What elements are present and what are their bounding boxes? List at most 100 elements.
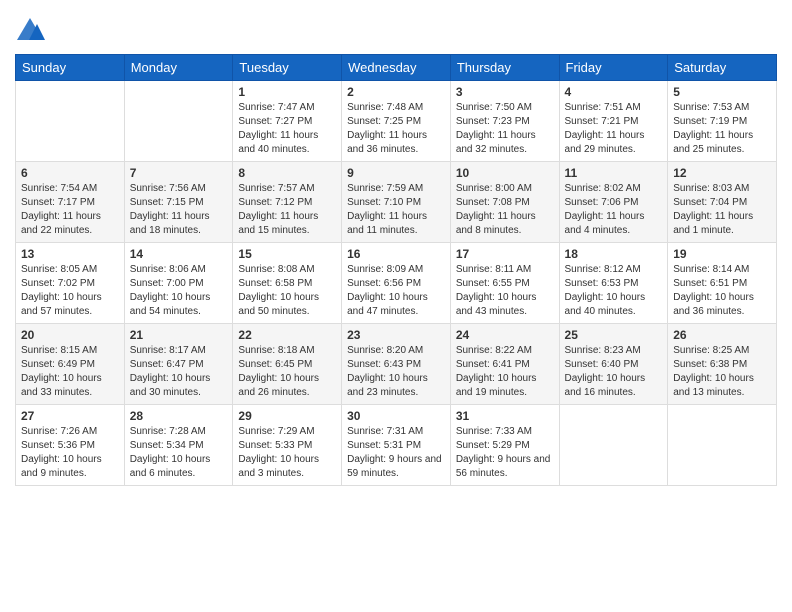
day-number: 2 bbox=[347, 85, 445, 99]
day-number: 22 bbox=[238, 328, 336, 342]
day-info: Sunrise: 8:00 AM Sunset: 7:08 PM Dayligh… bbox=[456, 182, 554, 238]
day-info: Sunrise: 8:05 AM Sunset: 7:02 PM Dayligh… bbox=[21, 263, 119, 319]
day-number: 18 bbox=[565, 247, 663, 261]
day-number: 1 bbox=[238, 85, 336, 99]
day-info: Sunrise: 7:53 AM Sunset: 7:19 PM Dayligh… bbox=[673, 101, 771, 157]
day-number: 27 bbox=[21, 409, 119, 423]
day-number: 12 bbox=[673, 166, 771, 180]
day-info: Sunrise: 8:20 AM Sunset: 6:43 PM Dayligh… bbox=[347, 344, 445, 400]
calendar-cell bbox=[16, 81, 125, 162]
day-number: 30 bbox=[347, 409, 445, 423]
day-number: 23 bbox=[347, 328, 445, 342]
day-info: Sunrise: 8:09 AM Sunset: 6:56 PM Dayligh… bbox=[347, 263, 445, 319]
day-info: Sunrise: 7:50 AM Sunset: 7:23 PM Dayligh… bbox=[456, 101, 554, 157]
calendar-cell: 1 Sunrise: 7:47 AM Sunset: 7:27 PM Daylig… bbox=[233, 81, 342, 162]
logo bbox=[15, 16, 49, 46]
day-number: 15 bbox=[238, 247, 336, 261]
day-info: Sunrise: 7:51 AM Sunset: 7:21 PM Dayligh… bbox=[565, 101, 663, 157]
day-info: Sunrise: 7:29 AM Sunset: 5:33 PM Dayligh… bbox=[238, 425, 336, 481]
calendar-cell: 29 Sunrise: 7:29 AM Sunset: 5:33 PM Dayli… bbox=[233, 405, 342, 486]
calendar-cell: 28 Sunrise: 7:28 AM Sunset: 5:34 PM Dayli… bbox=[124, 405, 233, 486]
calendar-cell: 20 Sunrise: 8:15 AM Sunset: 6:49 PM Dayli… bbox=[16, 324, 125, 405]
calendar-week-row: 20 Sunrise: 8:15 AM Sunset: 6:49 PM Dayli… bbox=[16, 324, 777, 405]
day-info: Sunrise: 7:47 AM Sunset: 7:27 PM Dayligh… bbox=[238, 101, 336, 157]
calendar-cell bbox=[124, 81, 233, 162]
calendar-cell: 24 Sunrise: 8:22 AM Sunset: 6:41 PM Dayli… bbox=[450, 324, 559, 405]
day-info: Sunrise: 8:15 AM Sunset: 6:49 PM Dayligh… bbox=[21, 344, 119, 400]
day-info: Sunrise: 7:28 AM Sunset: 5:34 PM Dayligh… bbox=[130, 425, 228, 481]
calendar-cell: 31Sunrise: 7:33 AM Sunset: 5:29 PM Dayli… bbox=[450, 405, 559, 486]
day-number: 16 bbox=[347, 247, 445, 261]
calendar-week-row: 27 Sunrise: 7:26 AM Sunset: 5:36 PM Dayli… bbox=[16, 405, 777, 486]
day-of-week-header: Wednesday bbox=[342, 55, 451, 81]
day-info: Sunrise: 8:08 AM Sunset: 6:58 PM Dayligh… bbox=[238, 263, 336, 319]
day-info: Sunrise: 7:57 AM Sunset: 7:12 PM Dayligh… bbox=[238, 182, 336, 238]
calendar-cell: 2 Sunrise: 7:48 AM Sunset: 7:25 PM Daylig… bbox=[342, 81, 451, 162]
day-info: Sunrise: 7:26 AM Sunset: 5:36 PM Dayligh… bbox=[21, 425, 119, 481]
calendar-cell: 15 Sunrise: 8:08 AM Sunset: 6:58 PM Dayli… bbox=[233, 243, 342, 324]
day-of-week-header: Tuesday bbox=[233, 55, 342, 81]
calendar-cell: 7 Sunrise: 7:56 AM Sunset: 7:15 PM Daylig… bbox=[124, 162, 233, 243]
day-number: 7 bbox=[130, 166, 228, 180]
calendar-cell: 22 Sunrise: 8:18 AM Sunset: 6:45 PM Dayli… bbox=[233, 324, 342, 405]
day-info: Sunrise: 8:17 AM Sunset: 6:47 PM Dayligh… bbox=[130, 344, 228, 400]
calendar: SundayMondayTuesdayWednesdayThursdayFrid… bbox=[15, 54, 777, 486]
day-info: Sunrise: 8:23 AM Sunset: 6:40 PM Dayligh… bbox=[565, 344, 663, 400]
day-number: 13 bbox=[21, 247, 119, 261]
day-info: Sunrise: 8:02 AM Sunset: 7:06 PM Dayligh… bbox=[565, 182, 663, 238]
day-info: Sunrise: 7:48 AM Sunset: 7:25 PM Dayligh… bbox=[347, 101, 445, 157]
calendar-cell bbox=[559, 405, 668, 486]
calendar-cell: 21 Sunrise: 8:17 AM Sunset: 6:47 PM Dayli… bbox=[124, 324, 233, 405]
calendar-cell: 18 Sunrise: 8:12 AM Sunset: 6:53 PM Dayli… bbox=[559, 243, 668, 324]
calendar-cell: 19Sunrise: 8:14 AM Sunset: 6:51 PM Dayli… bbox=[668, 243, 777, 324]
calendar-cell: 11 Sunrise: 8:02 AM Sunset: 7:06 PM Dayli… bbox=[559, 162, 668, 243]
calendar-cell: 27 Sunrise: 7:26 AM Sunset: 5:36 PM Dayli… bbox=[16, 405, 125, 486]
day-info: Sunrise: 7:56 AM Sunset: 7:15 PM Dayligh… bbox=[130, 182, 228, 238]
day-number: 3 bbox=[456, 85, 554, 99]
day-info: Sunrise: 8:06 AM Sunset: 7:00 PM Dayligh… bbox=[130, 263, 228, 319]
day-info: Sunrise: 8:11 AM Sunset: 6:55 PM Dayligh… bbox=[456, 263, 554, 319]
day-number: 26 bbox=[673, 328, 771, 342]
calendar-cell: 14 Sunrise: 8:06 AM Sunset: 7:00 PM Dayli… bbox=[124, 243, 233, 324]
day-number: 21 bbox=[130, 328, 228, 342]
day-number: 28 bbox=[130, 409, 228, 423]
day-info: Sunrise: 8:25 AM Sunset: 6:38 PM Dayligh… bbox=[673, 344, 771, 400]
day-of-week-header: Sunday bbox=[16, 55, 125, 81]
calendar-cell: 13 Sunrise: 8:05 AM Sunset: 7:02 PM Dayli… bbox=[16, 243, 125, 324]
day-number: 11 bbox=[565, 166, 663, 180]
day-number: 31 bbox=[456, 409, 554, 423]
day-of-week-header: Thursday bbox=[450, 55, 559, 81]
calendar-cell: 10 Sunrise: 8:00 AM Sunset: 7:08 PM Dayli… bbox=[450, 162, 559, 243]
calendar-cell: 26 Sunrise: 8:25 AM Sunset: 6:38 PM Dayli… bbox=[668, 324, 777, 405]
calendar-cell: 23 Sunrise: 8:20 AM Sunset: 6:43 PM Dayli… bbox=[342, 324, 451, 405]
calendar-cell: 5Sunrise: 7:53 AM Sunset: 7:19 PM Daylig… bbox=[668, 81, 777, 162]
day-info: Sunrise: 8:14 AM Sunset: 6:51 PM Dayligh… bbox=[673, 263, 771, 319]
calendar-cell: 17 Sunrise: 8:11 AM Sunset: 6:55 PM Dayli… bbox=[450, 243, 559, 324]
calendar-header-row: SundayMondayTuesdayWednesdayThursdayFrid… bbox=[16, 55, 777, 81]
logo-icon bbox=[15, 16, 45, 46]
day-info: Sunrise: 7:31 AM Sunset: 5:31 PM Dayligh… bbox=[347, 425, 445, 481]
day-info: Sunrise: 8:03 AM Sunset: 7:04 PM Dayligh… bbox=[673, 182, 771, 238]
day-info: Sunrise: 8:22 AM Sunset: 6:41 PM Dayligh… bbox=[456, 344, 554, 400]
day-number: 4 bbox=[565, 85, 663, 99]
day-number: 8 bbox=[238, 166, 336, 180]
day-number: 24 bbox=[456, 328, 554, 342]
day-number: 14 bbox=[130, 247, 228, 261]
day-number: 20 bbox=[21, 328, 119, 342]
day-info: Sunrise: 8:12 AM Sunset: 6:53 PM Dayligh… bbox=[565, 263, 663, 319]
calendar-cell: 30 Sunrise: 7:31 AM Sunset: 5:31 PM Dayli… bbox=[342, 405, 451, 486]
calendar-cell: 9Sunrise: 7:59 AM Sunset: 7:10 PM Daylig… bbox=[342, 162, 451, 243]
day-number: 29 bbox=[238, 409, 336, 423]
calendar-week-row: 13 Sunrise: 8:05 AM Sunset: 7:02 PM Dayli… bbox=[16, 243, 777, 324]
calendar-cell: 6Sunrise: 7:54 AM Sunset: 7:17 PM Daylig… bbox=[16, 162, 125, 243]
header bbox=[15, 10, 777, 46]
day-of-week-header: Friday bbox=[559, 55, 668, 81]
day-info: Sunrise: 7:54 AM Sunset: 7:17 PM Dayligh… bbox=[21, 182, 119, 238]
day-number: 10 bbox=[456, 166, 554, 180]
day-of-week-header: Saturday bbox=[668, 55, 777, 81]
day-info: Sunrise: 8:18 AM Sunset: 6:45 PM Dayligh… bbox=[238, 344, 336, 400]
day-number: 9 bbox=[347, 166, 445, 180]
calendar-cell: 16 Sunrise: 8:09 AM Sunset: 6:56 PM Dayli… bbox=[342, 243, 451, 324]
day-of-week-header: Monday bbox=[124, 55, 233, 81]
day-number: 17 bbox=[456, 247, 554, 261]
